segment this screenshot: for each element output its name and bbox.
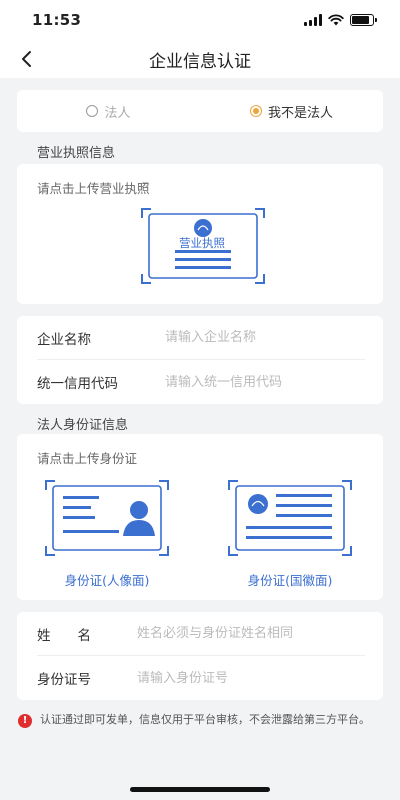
id-number-label: 身份证号 xyxy=(37,672,91,688)
person-form: 姓 名 身份证号 xyxy=(17,612,383,700)
name-input[interactable] xyxy=(137,626,365,641)
license-upload-button[interactable]: 营业执照 xyxy=(141,208,265,284)
id-back-caption: 身份证(国徽面) xyxy=(247,573,333,588)
company-name-label: 企业名称 xyxy=(37,331,91,348)
back-button[interactable] xyxy=(14,47,38,71)
chevron-left-icon xyxy=(22,51,31,67)
id-card-portrait-icon xyxy=(45,480,169,556)
battery-icon xyxy=(350,14,377,26)
license-upload-card: 请点击上传营业执照 营业执照 xyxy=(17,164,383,304)
id-front-upload-button[interactable]: 身份证(人像面) xyxy=(37,480,177,589)
exclamation-icon: ! xyxy=(18,714,32,728)
status-time: 11:53 xyxy=(32,11,82,29)
license-card-label: 营业执照 xyxy=(179,236,225,250)
license-upload-hint: 请点击上传营业执照 xyxy=(37,181,150,196)
role-option-label: 我不是法人 xyxy=(267,105,333,121)
name-label: 姓 名 xyxy=(37,627,91,644)
form-row-name: 姓 名 xyxy=(37,612,365,656)
id-front-caption: 身份证(人像面) xyxy=(64,573,150,588)
credit-code-label: 统一信用代码 xyxy=(37,376,118,392)
form-row-credit-code: 统一信用代码 xyxy=(37,360,365,404)
status-icons xyxy=(304,14,377,26)
id-upload-card: 请点击上传身份证 身份证(人像面) 身份证(国徽面) xyxy=(17,434,383,600)
privacy-notice: ! 认证通过即可发单，信息仅用于平台审核，不会泄露给第三方平台。 xyxy=(0,700,400,728)
id-card-emblem-icon xyxy=(228,480,352,556)
role-selector: 法人 我不是法人 xyxy=(17,90,383,132)
role-option-not-legal-person[interactable]: 我不是法人 xyxy=(200,102,383,121)
wifi-icon xyxy=(328,14,344,26)
radio-unchecked-icon xyxy=(86,105,99,117)
id-upload-hint: 请点击上传身份证 xyxy=(37,451,138,466)
form-row-id-number: 身份证号 xyxy=(37,656,365,700)
id-number-input[interactable] xyxy=(137,670,365,686)
company-form: 企业名称 统一信用代码 xyxy=(17,316,383,404)
page-title: 企业信息认证 xyxy=(149,51,251,72)
nav-bar: 企业信息认证 xyxy=(0,40,400,78)
company-name-input[interactable] xyxy=(165,330,365,345)
cellular-signal-icon xyxy=(304,14,322,26)
privacy-notice-text: 认证通过即可发单，信息仅用于平台审核，不会泄露给第三方平台。 xyxy=(40,713,370,726)
form-row-company-name: 企业名称 xyxy=(37,316,365,360)
role-option-label: 法人 xyxy=(104,105,131,121)
role-option-legal-person[interactable]: 法人 xyxy=(17,102,200,121)
credit-code-input[interactable] xyxy=(165,374,365,390)
status-bar: 11:53 xyxy=(0,0,400,40)
id-back-upload-button[interactable]: 身份证(国徽面) xyxy=(220,480,360,589)
id-section-title: 法人身份证信息 xyxy=(37,418,129,433)
license-section-title: 营业执照信息 xyxy=(37,146,116,161)
home-indicator xyxy=(130,787,270,792)
radio-checked-icon xyxy=(249,105,262,117)
